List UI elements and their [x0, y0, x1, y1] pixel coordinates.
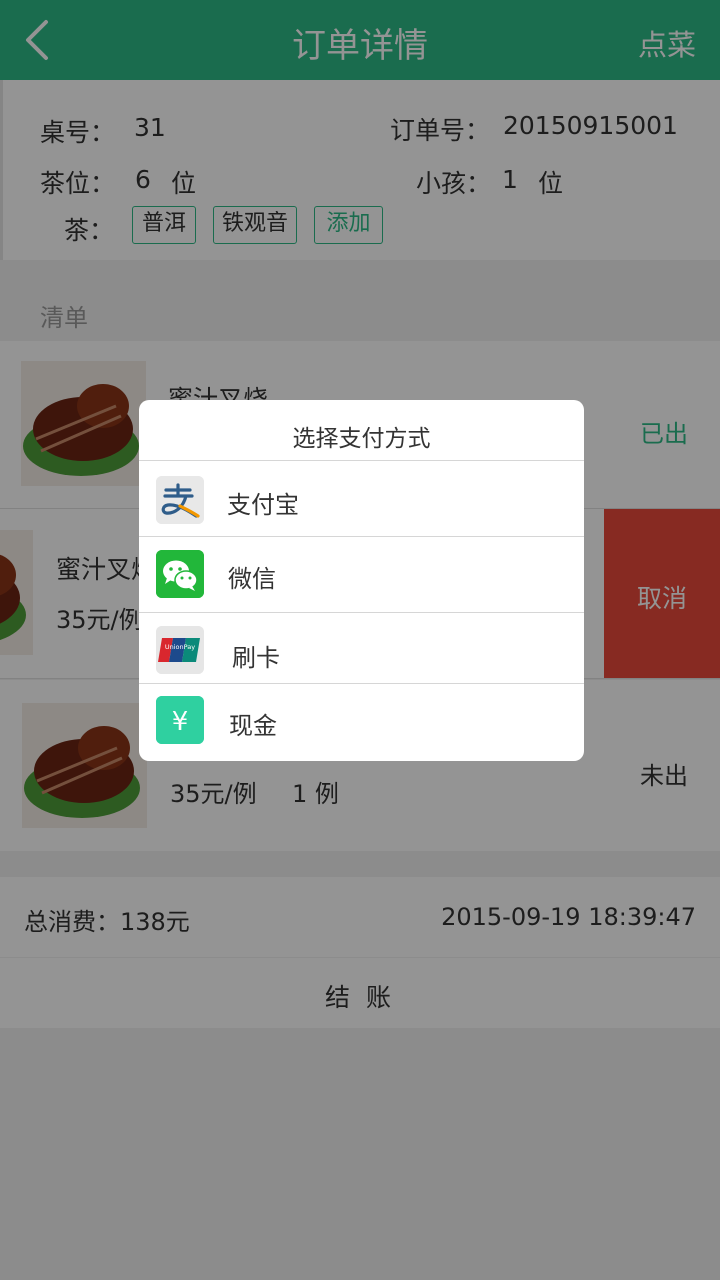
payment-method-dialog: 选择支付方式 支付宝 微信 UnionPay 刷卡 ¥ 现金 [139, 400, 584, 761]
svg-text:UnionPay: UnionPay [165, 643, 195, 651]
pay-option-alipay[interactable]: 支付宝 [139, 461, 584, 536]
wechat-icon [156, 550, 204, 598]
pay-option-label: 支付宝 [227, 491, 299, 519]
pay-option-wechat[interactable]: 微信 [139, 537, 584, 612]
pay-option-cash[interactable]: ¥ 现金 [139, 684, 584, 761]
pay-option-label: 现金 [229, 712, 277, 740]
pay-option-label: 刷卡 [232, 644, 280, 672]
dialog-title: 选择支付方式 [292, 426, 431, 452]
yuan-icon: ¥ [156, 696, 204, 744]
pay-option-label: 微信 [228, 565, 276, 593]
alipay-icon [156, 476, 204, 524]
unionpay-icon: UnionPay [156, 626, 204, 674]
svg-text:¥: ¥ [172, 707, 189, 737]
pay-option-card[interactable]: UnionPay 刷卡 [139, 613, 584, 683]
